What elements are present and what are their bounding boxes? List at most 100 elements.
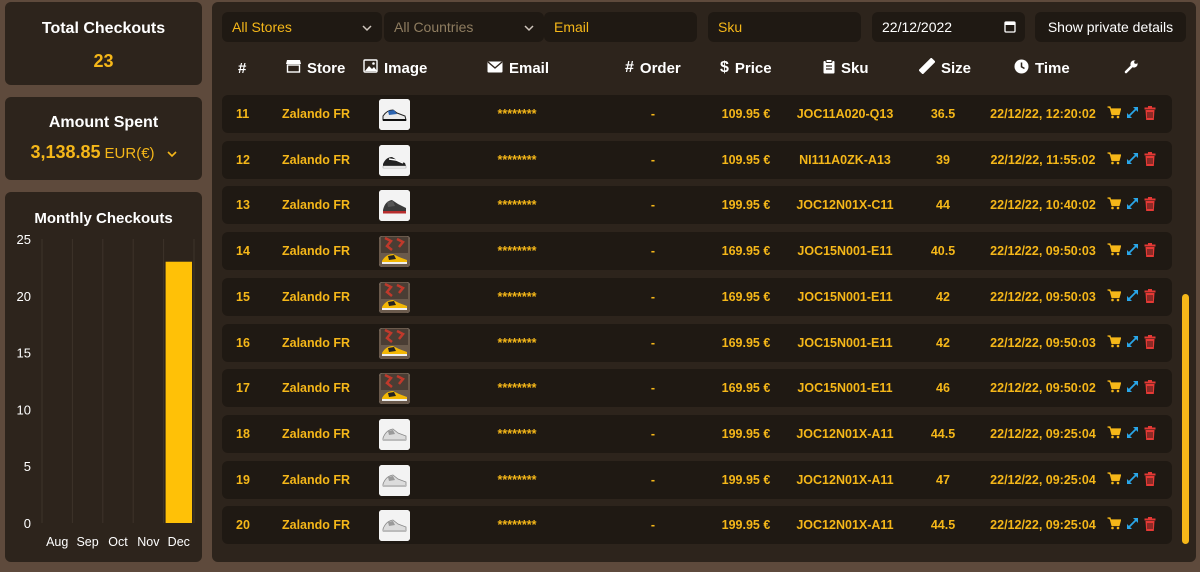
total-checkouts-label: Total Checkouts xyxy=(41,20,166,37)
expand-icon[interactable] xyxy=(1126,517,1139,534)
product-image xyxy=(379,281,410,313)
expand-icon[interactable] xyxy=(1126,380,1139,397)
trash-icon[interactable] xyxy=(1144,425,1156,443)
cart-icon[interactable] xyxy=(1107,152,1122,169)
trash-icon[interactable] xyxy=(1144,334,1156,352)
expand-icon[interactable] xyxy=(1126,243,1139,260)
cell-store: Zalando FR xyxy=(282,472,351,487)
chevron-down-icon xyxy=(362,20,372,32)
cart-icon[interactable] xyxy=(1107,380,1122,397)
trash-icon[interactable] xyxy=(1144,151,1156,169)
table-row: 15 Zalando FR ******** - 169.95 € JOC15N001-E… xyxy=(222,277,1172,316)
cell-size: 42 xyxy=(936,289,950,304)
row-actions xyxy=(1107,243,1156,260)
trash-icon[interactable] xyxy=(1144,517,1156,534)
email-filter-input[interactable]: Email xyxy=(544,12,697,42)
cell-sku: JOC12N01X-A11 xyxy=(796,472,894,487)
cell-store: Zalando FR xyxy=(282,198,351,213)
cell-time: 22/12/22, 09:25:04 xyxy=(990,426,1096,441)
column-header-sku-label: Sku xyxy=(841,59,869,77)
cell-time: 22/12/22, 11:55:02 xyxy=(990,152,1096,167)
cell-sku: JOC11A020-Q13 xyxy=(796,107,894,121)
table-row: 11 Zalando FR ******** - 109.95 € JOC11A020-Q… xyxy=(222,95,1172,133)
image-icon xyxy=(363,59,378,77)
clock-icon xyxy=(1014,59,1029,78)
expand-icon[interactable] xyxy=(1126,197,1139,214)
cell-email: ******** xyxy=(497,244,537,259)
hash-icon: # xyxy=(625,59,634,76)
country-select[interactable]: All Countries xyxy=(384,12,544,42)
monthly-checkouts-card: Monthly Checkouts 0 5 10 15 20 25 Aug Sep Oct Nov… xyxy=(5,192,202,562)
cart-icon[interactable] xyxy=(1107,334,1122,352)
sku-filter-input[interactable]: Sku xyxy=(708,12,861,42)
cell-price: 199.95 € xyxy=(721,198,771,213)
cell-email: ******** xyxy=(497,107,537,121)
email-filter-placeholder: Email xyxy=(554,19,590,35)
expand-icon[interactable] xyxy=(1126,152,1139,169)
cell-store: Zalando FR xyxy=(282,107,351,121)
cell-sku: JOC12N01X-A11 xyxy=(796,518,894,533)
expand-icon[interactable] xyxy=(1126,106,1139,123)
cart-icon[interactable] xyxy=(1107,517,1122,534)
store-select[interactable]: All Stores xyxy=(222,12,382,42)
expand-icon[interactable] xyxy=(1126,426,1139,443)
cell-order: - xyxy=(650,335,656,350)
column-header-email: Email xyxy=(487,58,549,78)
cell-size: 36.5 xyxy=(930,107,956,121)
trash-icon[interactable] xyxy=(1144,471,1156,489)
date-filter-input[interactable]: 22/12/2022 xyxy=(872,12,1025,42)
cart-icon[interactable] xyxy=(1107,289,1122,306)
column-header-store-label: Store xyxy=(307,59,346,77)
sku-filter-placeholder: Sku xyxy=(718,19,743,35)
cart-icon[interactable] xyxy=(1107,426,1122,443)
cart-icon[interactable] xyxy=(1107,471,1122,489)
cell-price: 199.95 € xyxy=(721,426,771,441)
cart-icon[interactable] xyxy=(1107,197,1122,214)
cell-price: 169.95 € xyxy=(721,381,771,396)
cell-order: - xyxy=(650,152,656,167)
show-private-details-button[interactable]: Show private details xyxy=(1035,12,1186,42)
trash-icon[interactable] xyxy=(1144,288,1156,306)
expand-icon[interactable] xyxy=(1126,289,1139,306)
row-actions xyxy=(1107,380,1156,397)
column-header-num: # xyxy=(238,58,246,78)
amount-spent-row[interactable]: 3,138.85 EUR(€) xyxy=(5,142,202,163)
scrollbar[interactable] xyxy=(1180,94,1190,552)
expand-icon[interactable] xyxy=(1126,472,1139,489)
row-actions xyxy=(1107,471,1156,489)
column-header-image-label: Image xyxy=(384,59,428,77)
scrollbar-thumb[interactable] xyxy=(1182,294,1189,544)
x-tick-label: Dec xyxy=(168,535,190,549)
calendar-icon[interactable] xyxy=(1004,20,1016,36)
column-header-sku: Sku xyxy=(823,58,869,78)
cell-size: 42 xyxy=(936,335,950,350)
trash-icon[interactable] xyxy=(1144,243,1156,260)
cart-icon[interactable] xyxy=(1107,106,1122,123)
cell-num: 15 xyxy=(236,289,250,304)
cell-time: 22/12/22, 09:50:03 xyxy=(990,244,1096,259)
table-row: 12 Zalando FR ******** - 109.95 € NI111A0ZK-A… xyxy=(222,140,1172,179)
cell-store: Zalando FR xyxy=(282,289,351,304)
wrench-icon xyxy=(1124,59,1139,78)
cell-size: 44.5 xyxy=(930,426,956,441)
checkouts-panel: All Stores All Countries Email Sku 22/12… xyxy=(212,2,1196,562)
cell-sku: JOC15N001-E11 xyxy=(797,244,893,259)
trash-icon[interactable] xyxy=(1144,380,1156,397)
product-image xyxy=(379,236,410,268)
trash-icon[interactable] xyxy=(1144,197,1156,214)
x-tick-label: Aug xyxy=(46,535,68,549)
cart-icon[interactable] xyxy=(1107,243,1122,260)
table-row: 17 Zalando FR ******** - 169.95 € JOC15N001-E… xyxy=(222,369,1172,408)
cell-time: 22/12/22, 09:25:04 xyxy=(990,518,1096,533)
expand-icon[interactable] xyxy=(1126,335,1139,352)
cell-email: ******** xyxy=(497,152,537,167)
cell-sku: JOC15N001-E11 xyxy=(797,335,893,350)
y-tick-label: 10 xyxy=(17,402,31,417)
trash-icon[interactable] xyxy=(1144,106,1156,123)
cell-num: 20 xyxy=(236,518,250,533)
cell-size: 47 xyxy=(936,472,950,487)
cell-time: 22/12/22, 10:40:02 xyxy=(990,198,1096,213)
chevron-down-icon xyxy=(524,20,534,32)
cell-price: 109.95 € xyxy=(721,107,771,121)
cell-size: 44.5 xyxy=(930,518,956,533)
